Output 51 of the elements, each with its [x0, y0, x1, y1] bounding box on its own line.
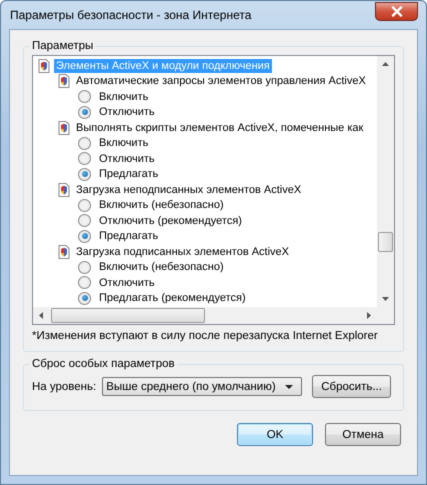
dropdown-arrow-icon: [285, 384, 294, 388]
shield-page-icon: [58, 74, 70, 88]
option-label[interactable]: Отключить: [97, 276, 157, 290]
radio-button[interactable]: [78, 260, 91, 274]
option-label[interactable]: Предлагать: [97, 167, 160, 182]
setting-title: Загрузка подписанных элементов ActiveX: [75, 244, 290, 259]
option-label[interactable]: Предлагать: [97, 229, 160, 244]
option-label[interactable]: Отключить: [97, 105, 157, 120]
shield-page-icon: [58, 120, 70, 135]
close-icon: [390, 6, 402, 16]
cancel-button[interactable]: Отмена: [325, 423, 401, 446]
window-title: Параметры безопасности - зона Интернета: [9, 8, 252, 22]
left-arrow-icon[interactable]: [39, 312, 43, 319]
shield-page-icon: [58, 244, 70, 259]
radio-button[interactable]: [78, 106, 91, 119]
close-button[interactable]: [375, 2, 418, 20]
option-label[interactable]: Включить (небезопасно): [97, 198, 226, 212]
option-label[interactable]: Включить: [97, 90, 150, 104]
radio-button[interactable]: [78, 214, 91, 228]
option-label[interactable]: Отключить (рекомендуется): [97, 214, 244, 228]
shield-page-icon: [58, 182, 70, 197]
level-label: На уровень:: [32, 380, 96, 392]
horizontal-scrollbar[interactable]: [33, 307, 377, 324]
ok-button[interactable]: OK: [237, 423, 313, 446]
radio-button[interactable]: [78, 152, 91, 166]
radio-button[interactable]: [78, 168, 91, 181]
radio-button[interactable]: [78, 90, 91, 104]
scroll-thumb[interactable]: [378, 232, 393, 252]
option-label[interactable]: Включить (небезопасно): [97, 260, 226, 274]
option-label[interactable]: Предлагать (рекомендуется): [97, 291, 248, 306]
radio-button[interactable]: [78, 292, 91, 305]
radio-button[interactable]: [78, 230, 91, 243]
right-arrow-icon[interactable]: [367, 312, 371, 319]
setting-title: Выполнять скрипты элементов ActiveX, помеченные как: [75, 120, 364, 135]
scroll-thumb[interactable]: [51, 308, 205, 323]
reset-button[interactable]: Сбросить...: [312, 375, 391, 398]
shield-page-icon: [38, 58, 50, 73]
level-dropdown[interactable]: Выше среднего (по умолчанию): [102, 377, 302, 396]
setting-title: Автоматические запросы элементов управления ActiveX: [75, 74, 367, 88]
up-arrow-icon[interactable]: [382, 62, 389, 66]
group-title: Сброс особых параметров: [31, 358, 176, 370]
restart-note: *Изменения вступают в силу после перезапуска Internet Explorer: [32, 330, 379, 342]
group-title: Параметры: [31, 40, 94, 52]
radio-button[interactable]: [78, 276, 91, 290]
setting-title: Загрузка неподписанных элементов ActiveX: [75, 182, 302, 197]
vertical-scrollbar[interactable]: [377, 56, 394, 307]
radio-button[interactable]: [78, 136, 91, 150]
option-label[interactable]: Отключить: [97, 152, 157, 166]
option-label[interactable]: Включить: [97, 136, 150, 150]
radio-button[interactable]: [78, 198, 91, 212]
down-arrow-icon[interactable]: [382, 297, 389, 301]
